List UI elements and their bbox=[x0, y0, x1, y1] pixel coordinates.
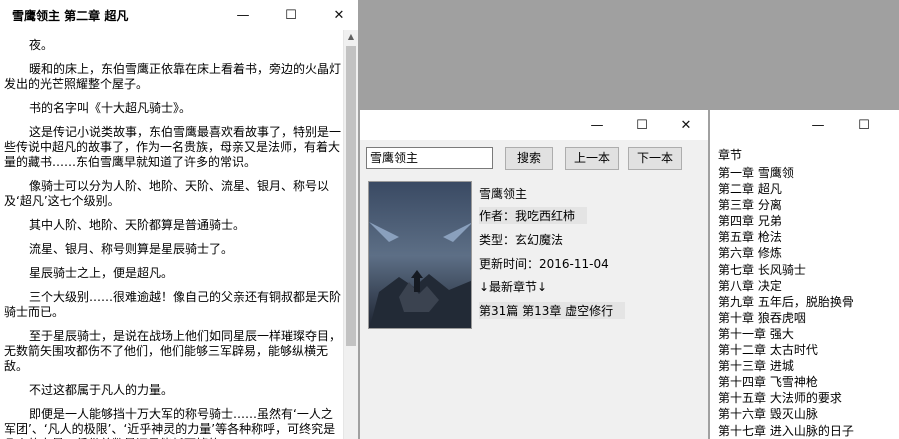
chapter-list-header: 章节 bbox=[718, 148, 743, 162]
reader-paragraph: 其中人阶、地阶、天阶都算是普通骑士。 bbox=[29, 218, 246, 232]
reader-maximize-button[interactable]: ☐ bbox=[268, 0, 314, 30]
book-author: 作者：我吃西红柿 bbox=[479, 207, 588, 224]
book-cover-image bbox=[368, 181, 472, 329]
reader-paragraph: 流星、银月、称号则算是星辰骑士了。 bbox=[29, 242, 234, 256]
reader-paragraph: 不过这都属于凡人的力量。 bbox=[29, 383, 174, 397]
book-genre: 类型：玄幻魔法 bbox=[479, 233, 564, 247]
chapter-item[interactable]: 第十二章 太古时代 bbox=[718, 342, 899, 358]
chapter-titlebar[interactable]: — ☐ bbox=[710, 110, 899, 140]
reader-paragraph: 这是传记小说类故事，东伯雪鹰最喜欢看故事了，特别是一些传说中超凡的故事了，作为一… bbox=[4, 125, 342, 169]
chapter-item[interactable]: 第十四章 飞雪神枪 bbox=[718, 374, 899, 390]
reader-paragraph: 夜。 bbox=[29, 38, 54, 52]
chapter-item[interactable]: 第八章 决定 bbox=[718, 278, 899, 294]
reader-title: 雪鹰领主 第二章 超凡 bbox=[12, 9, 129, 23]
reader-titlebar[interactable]: 雪鹰领主 第二章 超凡 — ☐ ✕ bbox=[0, 0, 358, 30]
reader-paragraph: 三个大级别……很难逾越！像自己的父亲还有铜叔都是天阶骑士而已。 bbox=[4, 290, 342, 319]
reader-paragraph: 书的名字叫《十大超凡骑士》。 bbox=[29, 101, 192, 115]
reader-paragraph: 即便是一人能够挡十万大军的称号骑士……虽然有‘一人之军团’、‘凡人的极限’、‘近… bbox=[4, 407, 336, 439]
book-title: 雪鹰领主 bbox=[479, 187, 528, 201]
chapter-item[interactable]: 第九章 五年后，脱胎换骨 bbox=[718, 294, 899, 310]
search-minimize-button[interactable]: — bbox=[574, 110, 620, 140]
reader-scrollbar[interactable]: ▲ bbox=[343, 30, 358, 439]
scrollbar-thumb[interactable] bbox=[346, 46, 356, 346]
latest-chapter-label[interactable]: ↓最新章节↓ bbox=[479, 278, 547, 295]
scroll-up-arrow-icon[interactable]: ▲ bbox=[347, 33, 355, 41]
chapter-item[interactable]: 第十七章 进入山脉的日子 bbox=[718, 423, 899, 439]
reader-paragraph: 像骑士可以分为人阶、地阶、天阶、流星、银月、称号以及‘超凡’这七个级别。 bbox=[4, 179, 330, 208]
prev-book-button[interactable]: 上一本 bbox=[565, 147, 619, 170]
chapter-item[interactable]: 第二章 超凡 bbox=[718, 181, 899, 197]
search-close-button[interactable]: ✕ bbox=[663, 110, 708, 140]
latest-chapter-link[interactable]: 第31篇 第13章 虚空修行 bbox=[479, 302, 626, 319]
search-maximize-button[interactable]: ☐ bbox=[619, 110, 665, 140]
search-titlebar[interactable]: — ☐ ✕ bbox=[360, 110, 708, 140]
chapter-item[interactable]: 第十五章 大法师的要求 bbox=[718, 390, 899, 406]
next-book-button[interactable]: 下一本 bbox=[628, 147, 682, 170]
chapter-item[interactable]: 第四章 兄弟 bbox=[718, 213, 899, 229]
search-input[interactable]: 雪鹰领主 bbox=[366, 147, 493, 169]
chapter-item[interactable]: 第十一章 强大 bbox=[718, 326, 899, 342]
reader-close-button[interactable]: ✕ bbox=[316, 0, 358, 30]
reader-paragraph: 星辰骑士之上，便是超凡。 bbox=[29, 266, 174, 280]
chapter-item[interactable]: 第三章 分离 bbox=[718, 197, 899, 213]
chapter-window: — ☐ 章节 第一章 雪鹰领 第二章 超凡 第三章 分离 第四章 兄弟 第五章 … bbox=[710, 110, 899, 439]
chapter-list[interactable]: 章节 第一章 雪鹰领 第二章 超凡 第三章 分离 第四章 兄弟 第五章 枪法 第… bbox=[718, 147, 899, 439]
chapter-item[interactable]: 第十六章 毁灭山脉 bbox=[718, 406, 899, 422]
chapter-item[interactable]: 第五章 枪法 bbox=[718, 229, 899, 245]
search-button[interactable]: 搜索 bbox=[505, 147, 553, 170]
book-updated-time: 更新时间：2016-11-04 bbox=[479, 257, 609, 271]
search-window: — ☐ ✕ 雪鹰领主 搜索 上一本 下一本 雪鹰领主 作者：我吃西红柿 类型：玄… bbox=[360, 110, 708, 439]
chapter-item[interactable]: 第十章 狼吞虎咽 bbox=[718, 310, 899, 326]
chapter-item[interactable]: 第七章 长风骑士 bbox=[718, 262, 899, 278]
chapter-item[interactable]: 第十三章 进城 bbox=[718, 358, 899, 374]
reader-content[interactable]: 夜。 暖和的床上，东伯雪鹰正依靠在床上看着书，旁边的火晶灯发出的光芒照耀整个屋子… bbox=[0, 30, 345, 439]
chapter-minimize-button[interactable]: — bbox=[795, 110, 841, 140]
reader-paragraph: 至于星辰骑士，是说在战场上他们如同星辰一样璀璨夺目，无数箭矢围攻都伤不了他们，他… bbox=[4, 329, 342, 373]
reader-paragraph: 暖和的床上，东伯雪鹰正依靠在床上看着书，旁边的火晶灯发出的光芒照耀整个屋子。 bbox=[4, 62, 342, 91]
chapter-item[interactable]: 第一章 雪鹰领 bbox=[718, 165, 899, 181]
reader-window: 雪鹰领主 第二章 超凡 — ☐ ✕ 夜。 暖和的床上，东伯雪鹰正依靠在床上看着书… bbox=[0, 0, 358, 439]
chapter-maximize-button[interactable]: ☐ bbox=[841, 110, 887, 140]
book-cover-art-icon bbox=[369, 182, 471, 328]
reader-minimize-button[interactable]: — bbox=[220, 0, 266, 30]
chapter-item[interactable]: 第六章 修炼 bbox=[718, 245, 899, 261]
